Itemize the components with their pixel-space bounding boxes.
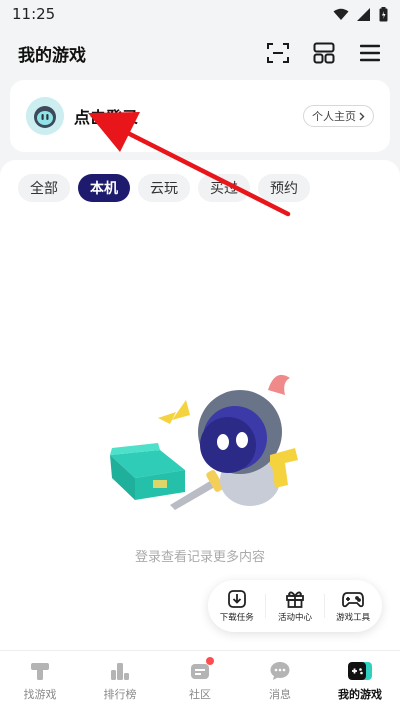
status-bar: 11:25 xyxy=(0,0,400,28)
nav-item-rankings[interactable]: 排行榜 xyxy=(80,651,160,711)
download-tasks-label: 下载任务 xyxy=(219,613,254,623)
empty-state-text: 登录查看记录更多内容 xyxy=(134,550,265,565)
chat-icon xyxy=(270,662,290,680)
tab-reserved[interactable]: 预约 xyxy=(258,174,310,202)
grid-layout-icon xyxy=(313,42,335,64)
game-tools-label: 游戏工具 xyxy=(336,613,371,623)
status-time: 11:25 xyxy=(12,5,56,23)
empty-state-illustration xyxy=(110,374,298,510)
tab-local[interactable]: 本机 xyxy=(78,174,130,202)
menu-button[interactable] xyxy=(358,41,382,65)
login-card[interactable]: 点击登录 个人主页 xyxy=(10,80,390,152)
podium-icon xyxy=(111,663,129,680)
nav-label-find-games: 找游戏 xyxy=(23,688,57,701)
gift-icon xyxy=(286,591,304,608)
avatar[interactable] xyxy=(26,97,64,135)
bottom-nav: 找游戏 排行榜 社区 消息 我的游戏 xyxy=(0,650,400,711)
layout-button[interactable] xyxy=(312,41,336,65)
profile-button[interactable]: 个人主页 xyxy=(303,105,374,127)
divider xyxy=(265,594,267,618)
download-icon xyxy=(227,590,246,608)
quick-tools-bar: 下载任务 活动中心 游戏工具 xyxy=(208,580,382,632)
status-icons xyxy=(333,6,388,22)
profile-button-label: 个人主页 xyxy=(312,110,356,123)
login-label[interactable]: 点击登录 xyxy=(74,104,138,128)
nav-item-messages[interactable]: 消息 xyxy=(240,651,320,711)
tab-all[interactable]: 全部 xyxy=(18,174,70,202)
nav-item-find-games[interactable]: 找游戏 xyxy=(0,651,80,711)
nav-label-rankings: 排行榜 xyxy=(103,688,137,701)
default-avatar-icon xyxy=(26,97,64,135)
wifi-icon xyxy=(333,8,349,20)
nav-item-community[interactable]: 社区 xyxy=(160,651,240,711)
my-games-icon xyxy=(348,662,372,680)
tab-cloud[interactable]: 云玩 xyxy=(138,174,190,202)
nav-item-my-games[interactable]: 我的游戏 xyxy=(320,651,400,711)
download-tasks-button[interactable]: 下载任务 xyxy=(220,589,254,623)
nav-label-community: 社区 xyxy=(189,688,211,701)
chevron-right-icon xyxy=(359,112,365,120)
divider xyxy=(323,594,325,618)
game-tools-button[interactable]: 游戏工具 xyxy=(336,589,370,623)
activity-center-button[interactable]: 活动中心 xyxy=(278,589,312,623)
notification-badge xyxy=(206,657,214,665)
nav-label-my-games: 我的游戏 xyxy=(338,688,382,701)
scan-button[interactable] xyxy=(266,41,290,65)
hammer-icon xyxy=(31,663,49,680)
signal-icon xyxy=(357,7,370,21)
activity-center-label: 活动中心 xyxy=(277,613,312,623)
page-title: 我的游戏 xyxy=(18,45,86,66)
tab-purchased[interactable]: 买过 xyxy=(198,174,250,202)
hamburger-menu-icon xyxy=(360,44,380,62)
nav-label-messages: 消息 xyxy=(269,688,291,701)
app-header: 我的游戏 xyxy=(0,30,400,76)
battery-icon xyxy=(379,6,388,21)
scan-icon xyxy=(267,43,289,63)
gamepad-icon xyxy=(342,592,365,608)
filter-tabs: 全部 本机 云玩 买过 预约 xyxy=(18,174,310,202)
